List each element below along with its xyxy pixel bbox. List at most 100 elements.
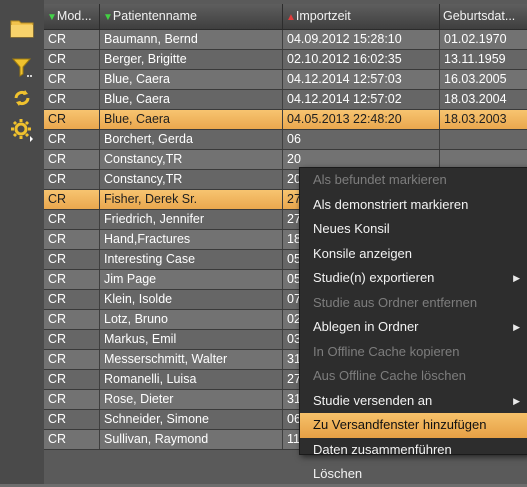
modality-cell: CR bbox=[44, 170, 100, 189]
modality-cell: CR bbox=[44, 210, 100, 229]
menu-item[interactable]: Studie versenden an ▶ bbox=[300, 389, 527, 414]
menu-item: In Offline Cache kopieren bbox=[300, 340, 527, 365]
patient-name-cell: Blue, Caera bbox=[100, 90, 283, 109]
menu-item[interactable]: Konsile anzeigen bbox=[300, 242, 527, 267]
modality-cell: CR bbox=[44, 130, 100, 149]
modality-cell: CR bbox=[44, 250, 100, 269]
column-header-import-time[interactable]: ▲Importzeit bbox=[283, 4, 440, 29]
tool-sidebar bbox=[0, 0, 44, 484]
birth-date-cell: 18.03.2003 bbox=[444, 112, 507, 126]
table-row[interactable]: CR Blue, Caera 04.12.2014 12:57:03 16.03.20… bbox=[44, 70, 527, 90]
patient-name-cell: Constancy,TR bbox=[100, 170, 283, 189]
modality-cell: CR bbox=[44, 370, 100, 389]
menu-item[interactable]: Studie(n) exportieren ▶ bbox=[300, 266, 527, 291]
modality-cell: CR bbox=[44, 430, 100, 449]
table-row[interactable]: CR Baumann, Bernd 04.09.2012 15:28:10 01.02… bbox=[44, 30, 527, 50]
patient-name-cell: Jim Page bbox=[100, 270, 283, 289]
modality-cell: CR bbox=[44, 290, 100, 309]
menu-item-label: Zu Versandfenster hinzufügen bbox=[313, 417, 487, 432]
table-row[interactable]: CR Blue, Caera 04.12.2014 12:57:02 18.03.20… bbox=[44, 90, 527, 110]
birth-date-cell: 01.02.1970 bbox=[444, 32, 507, 46]
import-time-cell: 02.10.2012 16:02:35 bbox=[283, 50, 440, 69]
refresh-icon[interactable] bbox=[10, 86, 34, 110]
import-time-cell: 04.05.2013 22:48:20 bbox=[283, 110, 440, 129]
modality-cell: CR bbox=[44, 150, 100, 169]
menu-item[interactable]: Daten zusammenführen bbox=[300, 438, 527, 463]
patient-name-cell: Messerschmitt, Walter bbox=[100, 350, 283, 369]
context-menu: Als befundet markieren Als demonstriert m… bbox=[299, 167, 527, 481]
birth-date-cell: 18.03.2004 bbox=[444, 92, 507, 106]
patient-name-cell: Blue, Caera bbox=[100, 110, 283, 129]
column-header-patient-name[interactable]: ▼Patientenname bbox=[100, 4, 283, 29]
column-header-modality[interactable]: ▼Mod... bbox=[44, 4, 100, 29]
menu-item-label: Neues Konsil bbox=[313, 221, 390, 236]
patient-name-cell: Rose, Dieter bbox=[100, 390, 283, 409]
modality-cell: CR bbox=[44, 30, 100, 49]
menu-item[interactable]: Löschen bbox=[300, 462, 527, 487]
menu-item-label: Löschen bbox=[313, 466, 363, 481]
patient-name-cell: Fisher, Derek Sr. bbox=[100, 190, 283, 209]
modality-cell: CR bbox=[44, 270, 100, 289]
patient-name-cell: Constancy,TR bbox=[100, 150, 283, 169]
patient-name-cell: Berger, Brigitte bbox=[100, 50, 283, 69]
filter-icon[interactable] bbox=[10, 55, 34, 79]
import-time-cell: 04.12.2014 12:57:02 bbox=[283, 90, 440, 109]
menu-item-label: Studie(n) exportieren bbox=[313, 270, 435, 285]
menu-item-label: Als demonstriert markieren bbox=[313, 196, 469, 212]
modality-cell: CR bbox=[44, 410, 100, 429]
table-row[interactable]: CR Berger, Brigitte 02.10.2012 16:02:35 13.… bbox=[44, 50, 527, 70]
menu-item[interactable]: Neues Konsil bbox=[300, 217, 527, 242]
patient-name-cell: Markus, Emil bbox=[100, 330, 283, 349]
birth-date-cell: 16.03.2005 bbox=[444, 72, 507, 86]
patient-name-cell: Klein, Isolde bbox=[100, 290, 283, 309]
patient-name-cell: Friedrich, Jennifer bbox=[100, 210, 283, 229]
folder-icon[interactable] bbox=[10, 16, 34, 40]
submenu-arrow-icon: ▶ bbox=[513, 322, 520, 332]
menu-item-label: Aus Offline Cache löschen bbox=[313, 368, 466, 383]
menu-item-label: Konsile anzeigen bbox=[313, 245, 413, 261]
menu-item-label: Als befundet markieren bbox=[313, 172, 447, 187]
settings-icon[interactable] bbox=[10, 118, 34, 142]
menu-item-label: Daten zusammenführen bbox=[313, 441, 452, 457]
menu-item-label: In Offline Cache kopieren bbox=[313, 343, 460, 359]
import-time-cell: 04.12.2014 12:57:03 bbox=[283, 70, 440, 89]
patient-name-cell: Schneider, Simone bbox=[100, 410, 283, 429]
patient-name-cell: Blue, Caera bbox=[100, 70, 283, 89]
menu-item-label: Studie versenden an bbox=[313, 392, 433, 408]
modality-cell: CR bbox=[44, 390, 100, 409]
modality-cell: CR bbox=[44, 350, 100, 369]
patient-name-cell: Interesting Case bbox=[100, 250, 283, 269]
modality-cell: CR bbox=[44, 50, 100, 69]
patient-name-cell: Borchert, Gerda bbox=[100, 130, 283, 149]
patient-name-cell: Romanelli, Luisa bbox=[100, 370, 283, 389]
modality-cell: CR bbox=[44, 330, 100, 349]
import-time-cell: 06 bbox=[283, 130, 440, 149]
menu-item-label: Studie aus Ordner entfernen bbox=[313, 294, 478, 310]
table-row[interactable]: CR Borchert, Gerda 06 bbox=[44, 130, 527, 150]
menu-item[interactable]: Zu Versandfenster hinzufügen bbox=[300, 413, 527, 438]
modality-cell: CR bbox=[44, 90, 100, 109]
patient-name-cell: Baumann, Bernd bbox=[100, 30, 283, 49]
table-row[interactable]: CR Blue, Caera 04.05.2013 22:48:20 18.03.20… bbox=[44, 110, 527, 130]
modality-cell: CR bbox=[44, 190, 100, 209]
birth-date-cell bbox=[440, 130, 527, 149]
submenu-arrow-icon: ▶ bbox=[513, 395, 520, 406]
patient-name-cell: Hand,Fractures bbox=[100, 230, 283, 249]
menu-item[interactable]: Ablegen in Ordner ▶ bbox=[300, 315, 527, 340]
modality-cell: CR bbox=[44, 310, 100, 329]
submenu-arrow-icon: ▶ bbox=[513, 273, 520, 283]
modality-cell: CR bbox=[44, 70, 100, 89]
modality-cell: CR bbox=[44, 230, 100, 249]
column-header-birth-date[interactable]: Geburtsdat... bbox=[440, 4, 527, 29]
patient-name-cell: Lotz, Bruno bbox=[100, 310, 283, 329]
menu-item-label: Ablegen in Ordner bbox=[313, 319, 419, 334]
birth-date-cell: 13.11.1959 bbox=[444, 52, 506, 66]
menu-item[interactable]: Als demonstriert markieren bbox=[300, 193, 527, 218]
patient-name-cell: Sullivan, Raymond bbox=[100, 430, 283, 449]
import-time-cell: 04.09.2012 15:28:10 bbox=[283, 30, 440, 49]
modality-cell: CR bbox=[44, 110, 100, 129]
menu-item: Als befundet markieren bbox=[300, 168, 527, 193]
menu-item: Studie aus Ordner entfernen bbox=[300, 291, 527, 316]
menu-item: Aus Offline Cache löschen bbox=[300, 364, 527, 389]
table-header: ▼Mod... ▼Patientenname ▲Importzeit Gebur… bbox=[44, 4, 527, 30]
